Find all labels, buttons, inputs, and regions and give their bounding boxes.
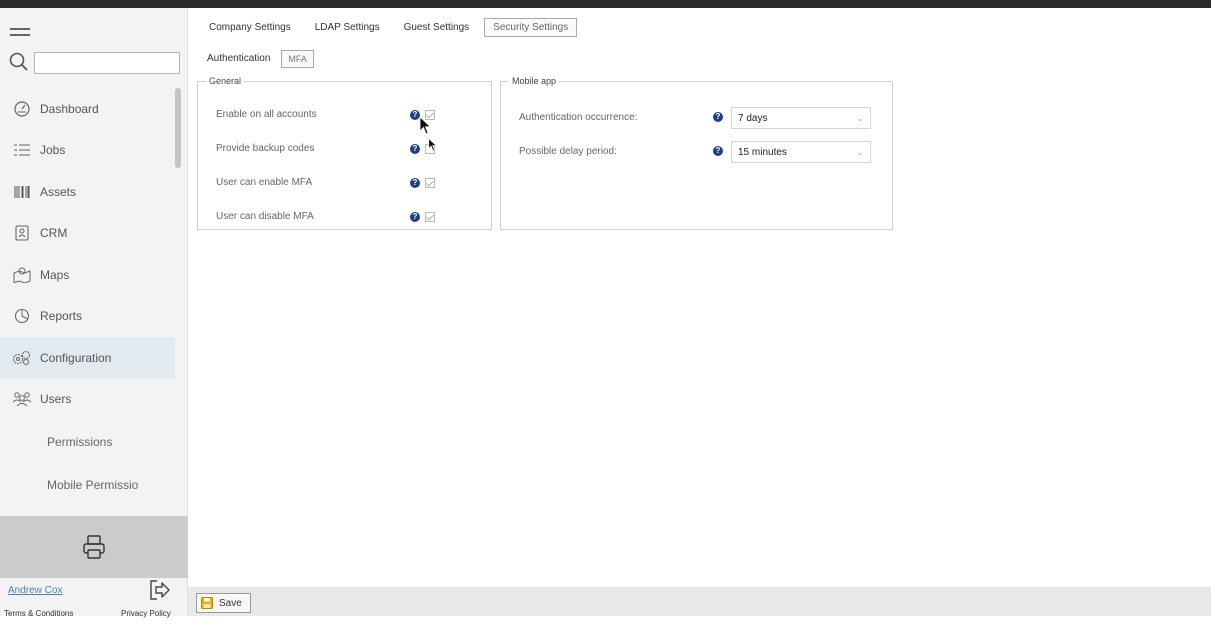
help-icon[interactable]: ? <box>410 110 420 120</box>
search-input[interactable] <box>34 52 180 74</box>
sidebar-item-configuration[interactable]: Configuration <box>0 337 175 379</box>
help-icon[interactable]: ? <box>410 178 420 188</box>
user-row: Andrew Cox <box>0 578 188 604</box>
security-subtabs: Authentication MFA <box>200 49 318 68</box>
footer-links: Terms & Conditions Privacy Policy <box>0 604 188 624</box>
sidebar-item-label: Maps <box>40 267 70 282</box>
sidebar-item-label: Dashboard <box>40 101 99 116</box>
setting-label: Provide backup codes <box>216 143 315 154</box>
search-icon[interactable] <box>8 51 30 73</box>
printer-icon <box>83 535 105 559</box>
sidebar-item-users[interactable]: Users <box>0 379 175 421</box>
chevron-down-icon: ⌄ <box>857 114 864 123</box>
help-icon[interactable]: ? <box>410 212 420 222</box>
setting-row-user-disable: User can disable MFA ? <box>198 208 491 228</box>
setting-row-backup-codes: Provide backup codes ? <box>198 140 491 160</box>
sidebar: Dashboard Jobs Assets CRM Maps Reports C… <box>0 8 188 618</box>
chevron-down-icon: ⌄ <box>857 148 864 157</box>
users-icon <box>12 390 32 408</box>
sidebar-item-label: Jobs <box>40 143 66 158</box>
menu-toggle-icon[interactable] <box>10 28 30 42</box>
user-name-link[interactable]: Andrew Cox <box>8 585 62 596</box>
selected-value: 15 minutes <box>738 147 787 158</box>
logout-icon[interactable] <box>148 579 172 601</box>
help-icon[interactable]: ? <box>713 146 723 156</box>
gears-icon <box>12 349 32 367</box>
help-icon[interactable]: ? <box>410 144 420 154</box>
save-label: Save <box>219 597 242 609</box>
setting-label: User can disable MFA <box>216 211 314 222</box>
user-enable-mfa-checkbox[interactable] <box>425 178 435 188</box>
general-legend: General <box>209 76 242 86</box>
dashboard-icon <box>12 100 32 118</box>
contact-card-icon <box>12 224 32 242</box>
delay-period-select[interactable]: 15 minutes ⌄ <box>731 141 871 163</box>
help-icon[interactable]: ? <box>713 112 723 122</box>
tab-ldap-settings[interactable]: LDAP Settings <box>306 18 389 37</box>
sidebar-item-label: Permissions <box>47 434 113 449</box>
tab-guest-settings[interactable]: Guest Settings <box>395 18 479 37</box>
sidebar-item-label: Users <box>40 392 72 407</box>
settings-tabs: Company Settings LDAP Settings Guest Set… <box>200 18 583 37</box>
sidebar-item-reports[interactable]: Reports <box>0 296 175 338</box>
main-content: Company Settings LDAP Settings Guest Set… <box>188 8 1211 616</box>
save-icon <box>201 597 213 609</box>
sidebar-item-permissions[interactable]: Permissions <box>0 420 175 463</box>
sidebar-item-jobs[interactable]: Jobs <box>0 130 175 172</box>
mobile-legend: Mobile app <box>512 76 557 86</box>
sidebar-item-crm[interactable]: CRM <box>0 213 175 255</box>
setting-row-delay-period: Possible delay period: ? 15 minutes ⌄ <box>501 140 892 164</box>
tab-security-settings[interactable]: Security Settings <box>484 18 578 37</box>
print-button[interactable] <box>0 516 188 578</box>
setting-label: Authentication occurrence: <box>519 112 638 123</box>
backup-codes-checkbox[interactable] <box>425 144 435 154</box>
map-icon <box>12 266 32 284</box>
sidebar-item-maps[interactable]: Maps <box>0 254 175 296</box>
subtab-authentication[interactable]: Authentication <box>200 49 277 68</box>
sidebar-item-label: Assets <box>40 184 77 199</box>
sidebar-item-label: Mobile Permissio <box>47 477 139 492</box>
setting-label: Possible delay period: <box>519 146 617 157</box>
terms-link[interactable]: Terms & Conditions <box>4 609 73 618</box>
sidebar-nav: Dashboard Jobs Assets CRM Maps Reports C… <box>0 88 175 506</box>
setting-row-user-enable: User can enable MFA ? <box>198 174 491 194</box>
reports-icon <box>12 307 32 325</box>
subtab-mfa[interactable]: MFA <box>281 49 314 68</box>
bottom-toolbar: Save <box>188 587 1211 616</box>
sidebar-item-mobile-permissions[interactable]: Mobile Permissio <box>0 463 175 506</box>
user-disable-mfa-checkbox[interactable] <box>425 212 435 222</box>
jobs-list-icon <box>12 141 32 159</box>
setting-label: Enable on all accounts <box>216 109 317 120</box>
selected-value: 7 days <box>738 113 768 124</box>
setting-row-enable-all: Enable on all accounts ? <box>198 106 491 126</box>
tab-company-settings[interactable]: Company Settings <box>200 18 300 37</box>
sidebar-item-assets[interactable]: Assets <box>0 171 175 213</box>
sidebar-scrollbar[interactable] <box>175 88 181 168</box>
setting-label: User can enable MFA <box>216 177 313 188</box>
barcode-icon <box>12 183 32 201</box>
sidebar-item-dashboard[interactable]: Dashboard <box>0 88 175 130</box>
sidebar-search <box>8 51 180 75</box>
auth-occurrence-select[interactable]: 7 days ⌄ <box>731 107 871 129</box>
privacy-link[interactable]: Privacy Policy <box>121 609 171 618</box>
sidebar-item-label: Configuration <box>40 350 112 365</box>
setting-row-auth-occurrence: Authentication occurrence: ? 7 days ⌄ <box>501 106 892 130</box>
enable-all-accounts-checkbox[interactable] <box>425 110 435 120</box>
window-top-bar <box>0 0 1211 8</box>
mobile-app-panel: Mobile app Authentication occurrence: ? … <box>500 76 893 230</box>
save-button[interactable]: Save <box>196 593 251 613</box>
general-panel: General Enable on all accounts ? Provide… <box>197 76 492 230</box>
sidebar-item-label: CRM <box>40 226 68 241</box>
sidebar-item-label: Reports <box>40 309 83 324</box>
